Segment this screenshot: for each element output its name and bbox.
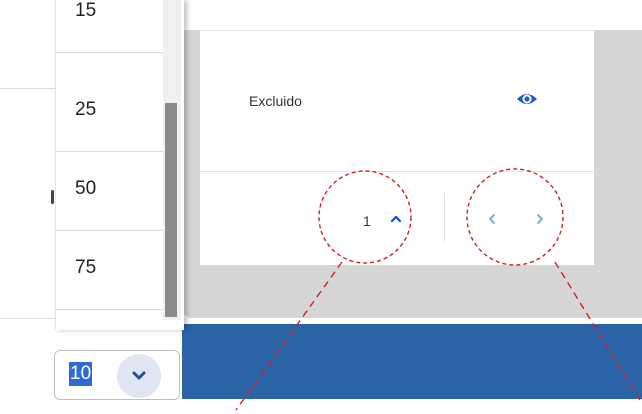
page-size-toggle-button[interactable] <box>117 354 161 398</box>
current-page-number[interactable]: 1 <box>363 213 371 229</box>
pagination-separator <box>444 193 445 241</box>
page-size-option[interactable]: 75 <box>56 231 165 310</box>
zoomed-table-panel <box>200 30 594 265</box>
divider <box>0 318 60 319</box>
chevron-up-icon[interactable] <box>389 212 403 226</box>
row-divider <box>200 171 594 172</box>
page-size-option[interactable]: 100 <box>56 310 165 330</box>
chevron-down-icon <box>132 371 146 380</box>
page-size-option[interactable]: 25 <box>56 73 165 152</box>
zoomed-panel-top <box>182 18 642 30</box>
eye-icon[interactable] <box>516 90 538 108</box>
page-size-option[interactable]: 50 <box>56 152 165 231</box>
dropdown-scrollbar-thumb[interactable] <box>165 103 177 317</box>
page-size-option[interactable]: 15 <box>56 0 165 53</box>
page-size-select[interactable]: 10 <box>54 350 180 400</box>
page-size-value: 10 <box>69 362 93 386</box>
clipped-text-fragment <box>51 190 54 204</box>
divider <box>0 88 60 89</box>
chevron-right-icon[interactable] <box>532 211 548 227</box>
footer-bar <box>182 324 642 399</box>
chevron-left-icon[interactable] <box>484 211 500 227</box>
status-cell: Excluido <box>249 93 302 109</box>
